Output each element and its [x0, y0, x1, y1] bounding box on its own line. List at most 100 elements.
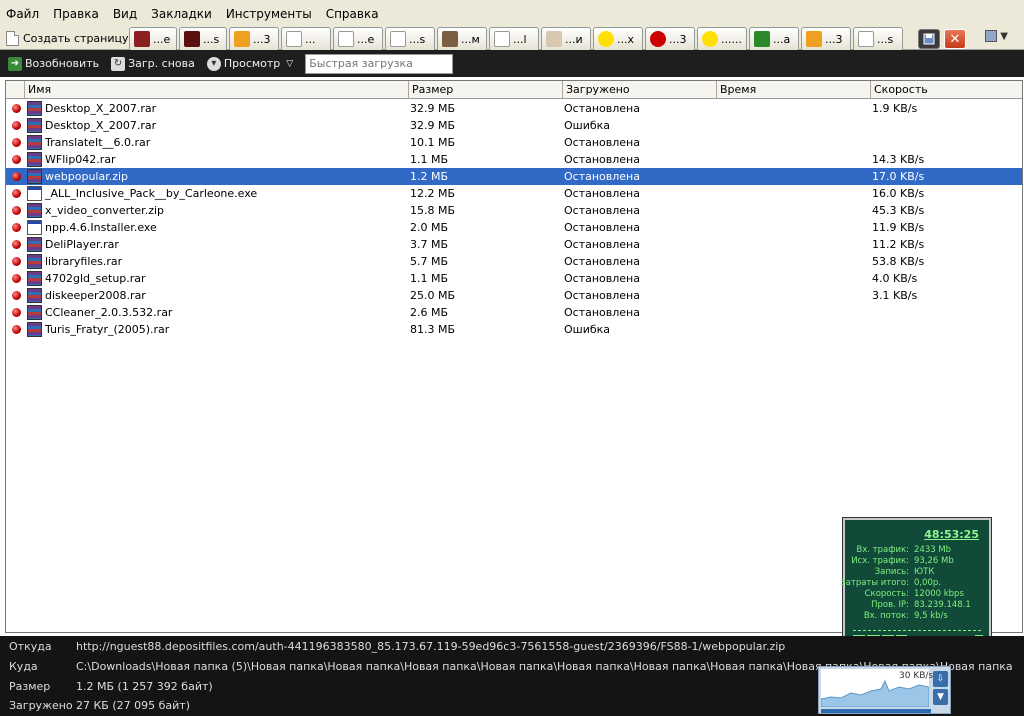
download-name: _ALL_Inclusive_Pack__by_Carleone.exe [45, 187, 258, 200]
chevron-down-icon[interactable]: ▼ [933, 689, 948, 705]
play-icon [650, 31, 666, 47]
menu-view[interactable]: Вид [109, 7, 141, 21]
view-icon: ▾ [206, 56, 221, 71]
photo-icon [442, 31, 458, 47]
exe-file-icon [27, 186, 42, 201]
browser-tab[interactable]: ...s [179, 27, 227, 50]
menu-file[interactable]: Файл [2, 7, 43, 21]
tab-label: ...... [721, 32, 742, 46]
close-icon: ✕ [949, 31, 961, 47]
tab-label: ...3 [825, 32, 843, 46]
stopped-status-icon [12, 308, 21, 317]
browser-tab[interactable]: ...3 [229, 27, 279, 50]
download-status: Остановлена [564, 170, 640, 183]
stopped-status-icon [12, 189, 21, 198]
download-name: Desktop_X_2007.rar [45, 119, 157, 132]
resume-button[interactable]: ➜ Возобновить [8, 56, 100, 71]
download-row[interactable]: x_video_converter.zip 15.8 МБ Остановлена 4… [6, 202, 1022, 219]
download-speed: 16.0 KB/s [872, 187, 925, 200]
gadget-clock[interactable]: 48:53:25 [924, 528, 979, 541]
download-row[interactable]: npp.4.6.Installer.exe 2.0 МБ Остановлена 11… [6, 219, 1022, 236]
gadget-stat-value: 0,00р. [914, 578, 942, 588]
download-row[interactable]: Desktop_X_2007.rar 32.9 МБ Ошибка [6, 117, 1022, 134]
reload-button[interactable]: ↻ Загр. снова [111, 56, 195, 71]
gadget-stat-label: Исх. трафик: [851, 556, 909, 566]
download-row[interactable]: 4702gld_setup.rar 1.1 МБ Остановлена 4.0 KB… [6, 270, 1022, 287]
browser-tab[interactable]: ... [281, 27, 331, 50]
browser-tab[interactable]: ...s [853, 27, 903, 50]
loaded-column-header[interactable]: Загружено [563, 81, 717, 98]
gadget-stat-label: Затраты итого: [840, 578, 909, 588]
status-column-header[interactable] [6, 81, 25, 98]
speed-column-header[interactable]: Скорость [871, 81, 1022, 98]
menu-edit[interactable]: Правка [49, 7, 103, 21]
flag-icon [858, 31, 874, 47]
browser-tab[interactable]: ...s [385, 27, 435, 50]
time-column-header[interactable]: Время [717, 81, 871, 98]
window-list-icon [985, 30, 997, 42]
new-page-button[interactable]: Создать страницу [6, 28, 129, 48]
traffic-gadget: 48:53:25 Вх. трафик: 2433 Mb Исх. трафик: 9… [840, 517, 992, 651]
mortal-icon [184, 31, 200, 47]
browser-tab[interactable]: ...e [129, 27, 177, 50]
download-name: webpopular.zip [45, 170, 129, 183]
browser-tab[interactable]: ...м [437, 27, 487, 50]
browser-tab[interactable]: ...x [593, 27, 643, 50]
download-status: Остановлена [564, 272, 640, 285]
menu-bookmarks[interactable]: Закладки [147, 7, 216, 21]
menu-tools[interactable]: Инструменты [222, 7, 316, 21]
download-row[interactable]: DeliPlayer.rar 3.7 МБ Остановлена 11.2 KB/s [6, 236, 1022, 253]
view-label: Просмотр [223, 57, 281, 70]
browser-tab[interactable]: ...e [333, 27, 383, 50]
transfer-toolbar: ➜ Возобновить ↻ Загр. снова ▾ Просмотр ▽ [0, 50, 1024, 77]
download-row[interactable]: TranslateIt__6.0.rar 10.1 МБ Остановлена [6, 134, 1022, 151]
download-name: DeliPlayer.rar [45, 238, 119, 251]
download-size: 32.9 МБ [410, 102, 456, 115]
gadget-stat-value: 9,5 kb/s [914, 611, 948, 621]
view-button[interactable]: ▾ Просмотр ▽ [206, 56, 293, 71]
download-row[interactable]: Turis_Fratyr_(2005).rar 81.3 МБ Ошибка [6, 321, 1022, 338]
upload-icon[interactable]: ⇩ [933, 671, 948, 687]
menu-bar: Файл Правка Вид Закладки Инструменты Спр… [0, 0, 1024, 27]
rar-file-icon [27, 101, 42, 116]
g-icon [754, 31, 770, 47]
download-row[interactable]: WFlip042.rar 1.1 МБ Остановлена 14.3 KB/s [6, 151, 1022, 168]
browser-tab[interactable]: ...и [541, 27, 591, 50]
browser-tab[interactable]: ...... [697, 27, 747, 50]
smiley-icon [598, 31, 614, 47]
stopped-status-icon [12, 155, 21, 164]
browser-tab[interactable]: ...3 [801, 27, 851, 50]
close-tab-button[interactable]: ✕ [944, 29, 966, 49]
reload-label: Загр. снова [128, 57, 195, 70]
browser-tab[interactable]: ...3 [645, 27, 695, 50]
menu-help[interactable]: Справка [322, 7, 383, 21]
download-status: Остановлена [564, 187, 640, 200]
name-column-header[interactable]: Имя [25, 81, 409, 98]
rar-file-icon [27, 237, 42, 252]
size-column-header[interactable]: Размер [409, 81, 563, 98]
download-row[interactable]: _ALL_Inclusive_Pack__by_Carleone.exe 12.2… [6, 185, 1022, 202]
browser-tab[interactable]: ...a [749, 27, 799, 50]
gadget-stat-value: ЮТК [914, 567, 935, 577]
download-row[interactable]: webpopular.zip 1.2 МБ Остановлена 17.0 KB/s [6, 168, 1022, 185]
download-status: Остановлена [564, 255, 640, 268]
download-row[interactable]: libraryfiles.rar 5.7 МБ Остановлена 53.8 KB… [6, 253, 1022, 270]
stopped-status-icon [12, 121, 21, 130]
music-note-icon [234, 31, 250, 47]
download-size: 1.2 МБ [410, 170, 449, 183]
download-size: 3.7 МБ [410, 238, 449, 251]
list-header: Имя Размер Загружено Время Скорость [6, 81, 1022, 99]
tab-label: ...l [513, 32, 527, 46]
resume-icon: ➜ [8, 56, 22, 71]
speed-meter-label: 30 KB/s [899, 671, 934, 681]
tab-label: ...м [461, 32, 480, 46]
tab-menu-button[interactable]: ▼ [985, 30, 1008, 42]
browser-tab[interactable]: ...l [489, 27, 539, 50]
save-icon[interactable] [918, 29, 940, 49]
resume-label: Возобновить [25, 57, 100, 70]
download-row[interactable]: Desktop_X_2007.rar 32.9 МБ Остановлена 1.9 … [6, 100, 1022, 117]
quick-download-input[interactable] [305, 53, 454, 74]
download-row[interactable]: CCleaner_2.0.3.532.rar 2.6 МБ Остановлена [6, 304, 1022, 321]
download-row[interactable]: diskeeper2008.rar 25.0 МБ Остановлена 3.1 K… [6, 287, 1022, 304]
stopped-status-icon [12, 104, 21, 113]
